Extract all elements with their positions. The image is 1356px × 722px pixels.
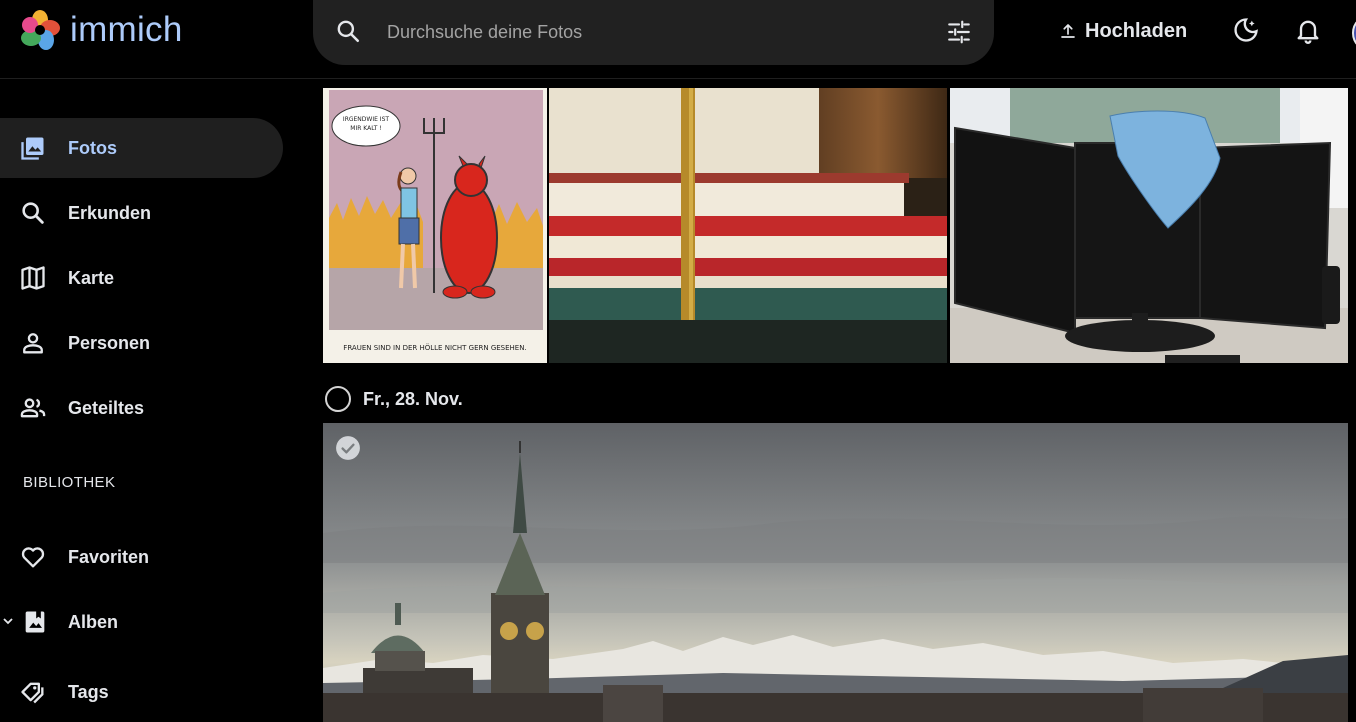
skyline-image <box>323 423 1348 722</box>
photos-icon <box>21 137 44 160</box>
search-icon <box>22 202 44 224</box>
shared-icon <box>20 398 46 418</box>
map-icon <box>21 266 45 290</box>
app-logo[interactable]: immich <box>18 8 183 52</box>
tag-icon <box>21 682 44 704</box>
svg-text:IRGENDWIE IST: IRGENDWIE IST <box>343 116 389 123</box>
person-icon <box>23 333 43 354</box>
sidebar-item-label: Personen <box>68 332 151 353</box>
notifications-icon[interactable] <box>1294 16 1322 44</box>
search-icon[interactable] <box>335 18 361 44</box>
user-avatar[interactable] <box>1352 14 1356 52</box>
upload-icon <box>1061 24 1075 38</box>
books-image <box>549 88 947 363</box>
top-bar: immich Hochladen <box>0 0 1356 79</box>
search-bar[interactable] <box>313 0 994 65</box>
selection-check-icon[interactable] <box>335 435 361 461</box>
sidebar: Fotos Erkunden Karte Personen Geteiltes <box>0 79 300 722</box>
photo-thumbnail-monitors[interactable] <box>950 88 1348 363</box>
sidebar-item-label: Favoriten <box>68 546 150 567</box>
cartoon-image: IRGENDWIE IST MIR KALT ! FRAUEN SIND IN … <box>323 88 547 363</box>
sidebar-item-label: Alben <box>68 611 119 632</box>
sidebar-item-label: Tags <box>68 681 109 702</box>
sidebar-item-personen[interactable]: Personen <box>0 313 283 373</box>
heart-icon <box>21 547 45 568</box>
sidebar-item-alben[interactable]: Alben <box>0 592 283 652</box>
immich-logo-icon <box>21 10 60 50</box>
sidebar-item-favoriten[interactable]: Favoriten <box>0 527 283 587</box>
sidebar-item-fotos[interactable]: Fotos <box>0 118 283 178</box>
date-group-label: Fr., 28. Nov. <box>363 388 463 409</box>
sidebar-item-label: Geteiltes <box>68 397 145 418</box>
upload-button[interactable]: Hochladen <box>1059 16 1187 46</box>
sidebar-item-tags[interactable]: Tags <box>0 662 283 722</box>
sidebar-item-label: Erkunden <box>68 202 152 223</box>
monitors-image <box>950 88 1348 363</box>
photo-thumbnail-cartoon[interactable]: IRGENDWIE IST MIR KALT ! FRAUEN SIND IN … <box>323 88 547 363</box>
sidebar-item-karte[interactable]: Karte <box>0 248 283 308</box>
sidebar-item-label: Karte <box>68 267 115 288</box>
select-date-group-checkbox[interactable] <box>325 386 351 412</box>
chevron-down-icon[interactable] <box>2 615 14 627</box>
photo-thumbnail-books[interactable] <box>549 88 947 363</box>
theme-toggle-icon[interactable] <box>1232 16 1260 44</box>
sidebar-item-erkunden[interactable]: Erkunden <box>0 183 283 243</box>
svg-text:MIR KALT !: MIR KALT ! <box>350 125 381 132</box>
upload-label: Hochladen <box>1085 19 1188 42</box>
app-name: immich <box>70 10 183 49</box>
album-icon <box>25 611 45 633</box>
search-input[interactable] <box>385 18 909 46</box>
cartoon-caption: FRAUEN SIND IN DER HÖLLE NICHT GERN GESE… <box>343 343 526 352</box>
sidebar-item-label: Fotos <box>68 137 117 158</box>
sidebar-item-geteiltes[interactable]: Geteiltes <box>0 378 283 438</box>
search-options-icon[interactable] <box>946 19 972 45</box>
library-section-label: BIBLIOTHEK <box>23 474 116 491</box>
date-group-header[interactable]: Fr., 28. Nov. <box>325 385 463 413</box>
photo-thumbnail-bern-skyline[interactable] <box>323 423 1348 722</box>
